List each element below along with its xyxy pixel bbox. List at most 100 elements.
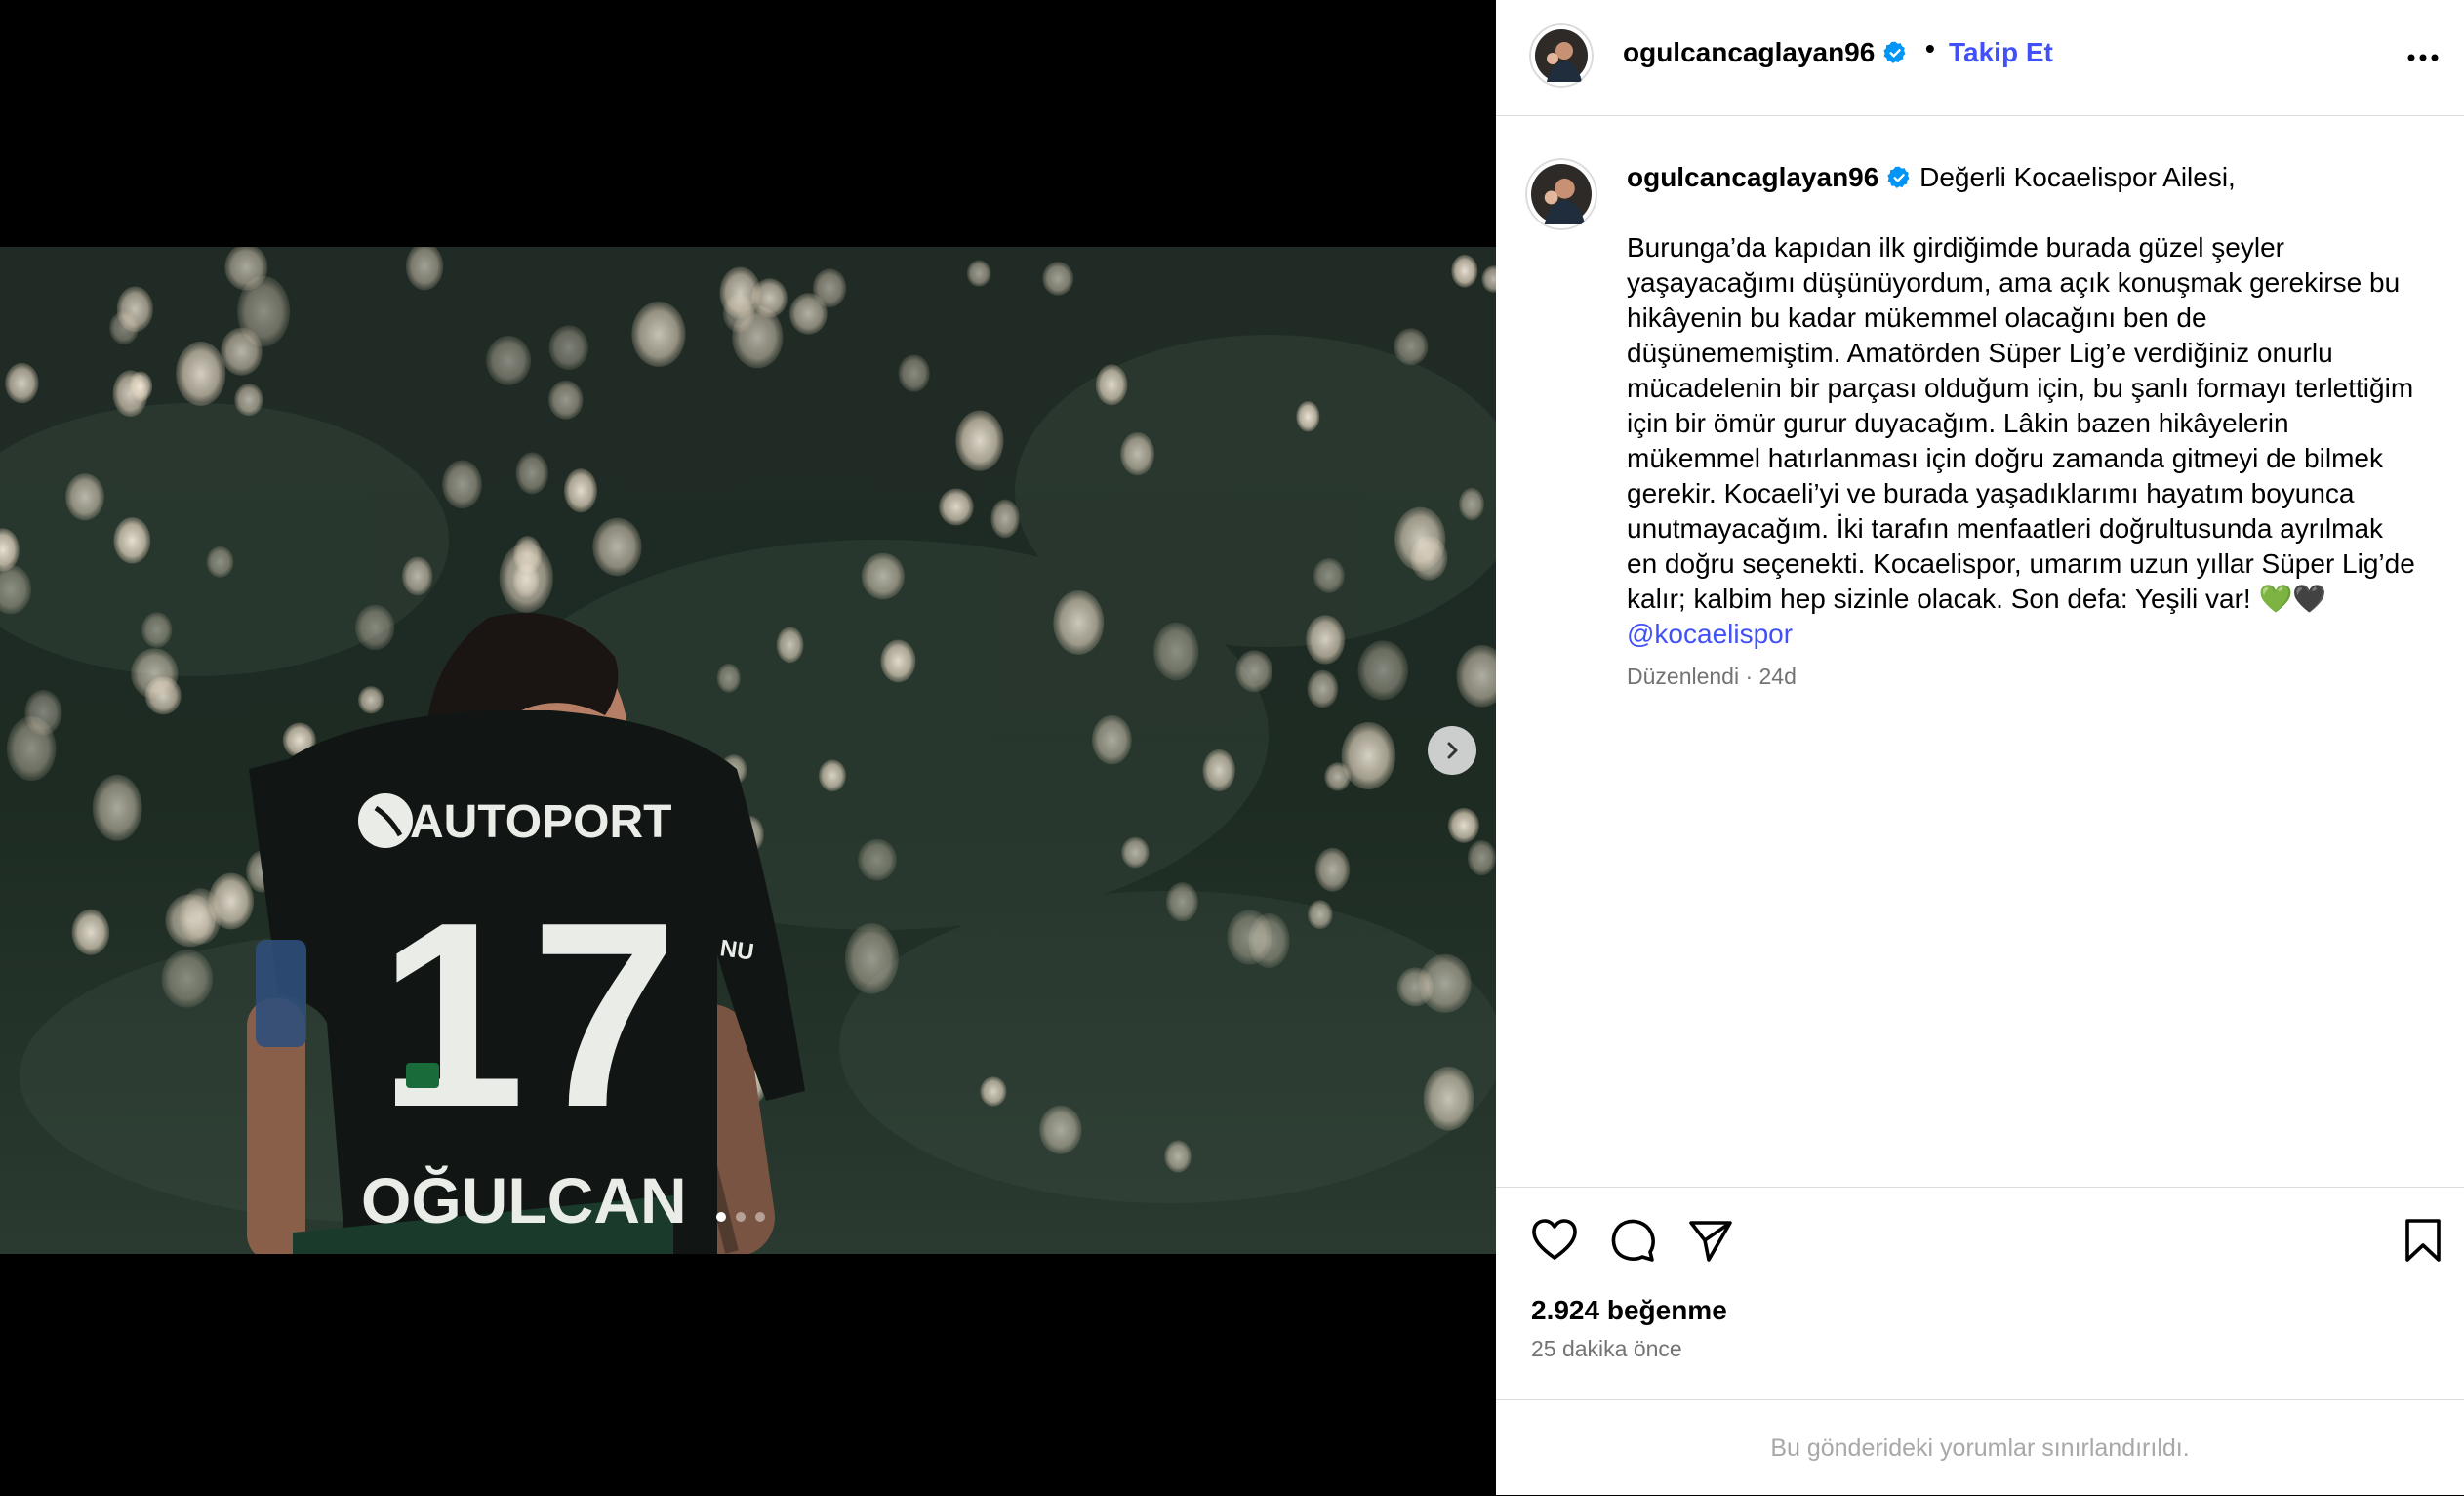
bokeh-light [206,546,234,578]
caption-username[interactable]: ogulcancaglayan96 [1627,162,1878,192]
bokeh-light [564,468,597,513]
jersey-sponsor-text: AUTOPORT [410,796,671,848]
avatar[interactable] [1529,23,1594,88]
post-header: ogulcancaglayan96 • Takip Et [1496,0,2464,116]
bokeh-light [1042,262,1074,296]
post-side-panel: ogulcancaglayan96 • Takip Et ogulcancagl… [1496,0,2464,1495]
bokeh-light [1121,836,1150,869]
bokeh-light [221,327,263,376]
bokeh-light [5,362,39,404]
bokeh-light [1153,622,1199,681]
bokeh-light [1459,487,1484,521]
bokeh-light [131,648,179,699]
bokeh-light [1451,254,1478,288]
heart-icon[interactable] [1529,1215,1580,1266]
comment-icon[interactable] [1607,1215,1658,1266]
bokeh-light [1394,328,1429,366]
instagram-post-view: AUTOPORT 17 OĞULCAN NU ogulcancaglayan96… [0,0,2464,1495]
bokeh-light [631,301,686,367]
bokeh-light [402,556,433,596]
post-media: AUTOPORT 17 OĞULCAN NU [0,0,1496,1495]
bokeh-light [548,325,589,370]
bokeh-light [844,923,899,994]
likes-count[interactable]: 2.924 beğenme [1531,1295,1727,1326]
bokeh-light [939,488,974,526]
bokeh-light [109,310,140,344]
bokeh-light [1120,432,1155,476]
comments-limited-notice: Bu gönderideki yorumlar sınırlandırıldı. [1496,1399,2464,1496]
caption-body: Burunga’da kapıdan ilk girdiğimde burada… [1627,232,2415,614]
more-options-icon[interactable] [2403,43,2443,72]
bokeh-light [776,627,804,664]
bokeh-light [180,888,222,945]
post-timestamp[interactable]: 25 dakika önce [1531,1336,1682,1362]
bokeh-light [966,260,991,287]
bokeh-light [1039,1105,1082,1154]
bokeh-light [355,604,395,651]
bokeh-light [1418,953,1472,1013]
header-separator: • [1925,33,1935,63]
bokeh-light [176,341,226,406]
bokeh-light [1227,910,1272,965]
bokeh-light [1053,590,1105,655]
bokeh-light [980,1076,1007,1107]
chevron-right-icon [1447,742,1458,759]
bokeh-light [955,410,1004,471]
bokeh-light [548,380,584,420]
verified-badge-icon [1883,41,1906,63]
bokeh-light [92,774,142,841]
username-text[interactable]: ogulcancaglayan96 [1623,37,1875,67]
bokeh-light [141,612,173,648]
verified-badge-icon [1887,166,1910,188]
bokeh-light [1423,1066,1474,1131]
bokeh-light [24,690,62,736]
bokeh-light [1308,900,1333,929]
post-caption: ogulcancaglayan96 Değerli Kocaelispor Ai… [1627,160,2437,690]
bokeh-light [234,384,263,417]
profile-picture [1535,29,1588,82]
bokeh-light [1164,1140,1192,1173]
bokeh-light [719,266,761,319]
bokeh-light [861,552,906,600]
bokeh-light [819,759,846,792]
bookmark-icon[interactable] [2398,1215,2448,1266]
bokeh-light [113,517,151,564]
carousel-dot [736,1212,746,1222]
bokeh-light [1447,807,1479,843]
bokeh-light [1095,364,1128,406]
bokeh-light [1307,669,1339,708]
bokeh-light [1166,882,1198,922]
post-photo: AUTOPORT 17 OĞULCAN NU [0,247,1496,1254]
bokeh-light [1467,840,1496,876]
mention-link[interactable]: @kocaelispor [1627,617,2437,652]
jersey-name-text: OĞULCAN [361,1164,687,1236]
bokeh-light [128,371,153,402]
bokeh-light [515,452,548,495]
caption-opening: Değerli Kocaelispor Ailesi, [1919,162,2236,192]
bokeh-light [1394,506,1446,571]
bokeh-light [358,686,384,714]
bokeh-light [1235,650,1273,693]
share-icon[interactable] [1685,1215,1736,1266]
carousel-dot [755,1212,765,1222]
caption-avatar[interactable] [1525,158,1597,230]
carousel-dot [716,1212,726,1222]
bokeh-light [898,354,930,392]
jersey-number-text: 17 [379,869,683,1162]
photo-scene: AUTOPORT 17 OĞULCAN NU [0,247,1496,1254]
bokeh-light [486,336,532,385]
follow-button[interactable]: Takip Et [1949,37,2053,68]
caption-first-line: ogulcancaglayan96 Değerli Kocaelispor Ai… [1627,160,2437,195]
bokeh-light [858,838,897,881]
bokeh-light [499,543,553,613]
caption-meta: Düzenlendi · 24d [1627,664,1797,689]
carousel-indicator [716,1212,765,1222]
bokeh-light [1202,748,1235,792]
bokeh-light [789,293,828,335]
next-photo-button[interactable] [1428,726,1476,775]
bokeh-light [880,639,916,683]
bokeh-light [716,663,741,693]
header-username[interactable]: ogulcancaglayan96 [1623,37,1908,68]
jersey-side-logo-text: NU [718,935,755,966]
profile-picture [1531,164,1592,224]
